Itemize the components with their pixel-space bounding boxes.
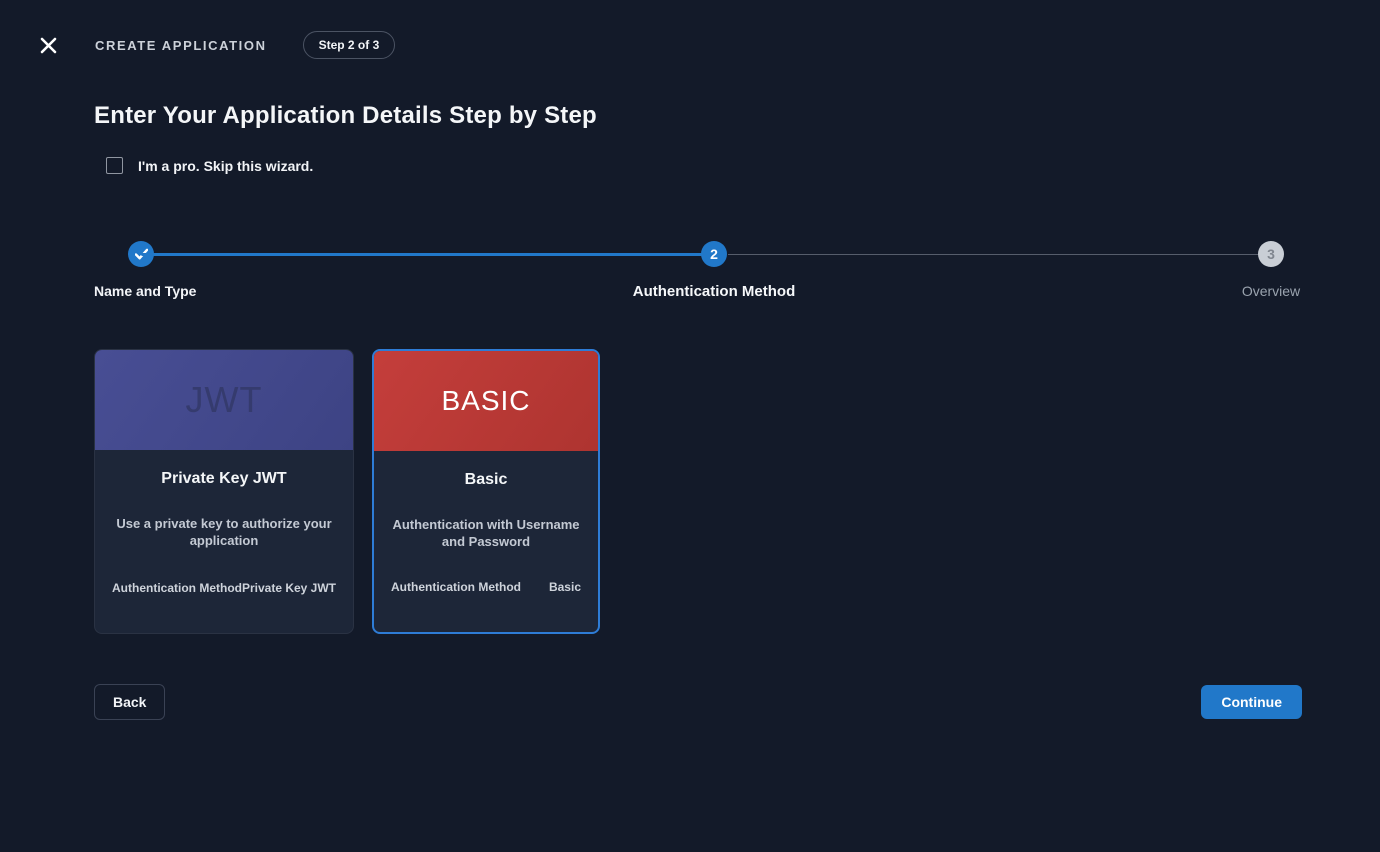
step-3-indicator: 3 xyxy=(1258,241,1284,267)
attr-value: Basic xyxy=(549,580,581,594)
step-2-indicator: 2 xyxy=(701,241,727,267)
basic-badge: BASIC xyxy=(441,385,530,417)
step-connector-active xyxy=(141,253,714,256)
auth-method-card-private-key-jwt[interactable]: JWT Private Key JWT Use a private key to… xyxy=(94,349,354,634)
card-header-jwt: JWT xyxy=(95,350,353,450)
card-body-basic: Basic Authentication with Username and P… xyxy=(374,451,598,632)
card-title: Basic xyxy=(465,471,508,489)
auth-method-cards: JWT Private Key JWT Use a private key to… xyxy=(94,349,600,634)
page-title: Enter Your Application Details Step by S… xyxy=(94,102,597,130)
attr-label: Authentication Method xyxy=(391,580,521,594)
skip-wizard-checkbox[interactable] xyxy=(106,157,123,174)
attr-value: Private Key JWT xyxy=(242,581,336,595)
step-badge: Step 2 of 3 xyxy=(303,31,396,59)
card-attributes-row: Authentication Method Basic xyxy=(391,580,581,594)
wizard-title: CREATE APPLICATION xyxy=(95,38,267,53)
step-2-label: Authentication Method xyxy=(633,283,795,300)
jwt-badge: JWT xyxy=(186,379,263,421)
wizard-footer: Back Continue xyxy=(94,684,1302,720)
skip-wizard-row[interactable]: I'm a pro. Skip this wizard. xyxy=(106,157,313,174)
back-button[interactable]: Back xyxy=(94,684,165,720)
attr-label: Authentication Method xyxy=(112,581,242,595)
card-title: Private Key JWT xyxy=(161,470,286,488)
card-description: Use a private key to authorize your appl… xyxy=(114,515,334,549)
card-description: Authentication with Username and Passwor… xyxy=(391,516,581,550)
auth-method-card-basic-selected[interactable]: BASIC Basic Authentication with Username… xyxy=(372,349,600,634)
card-attributes-row: Authentication Method Private Key JWT xyxy=(112,581,336,595)
close-icon[interactable] xyxy=(34,31,62,59)
card-body-jwt: Private Key JWT Use a private key to aut… xyxy=(95,450,353,633)
skip-wizard-label: I'm a pro. Skip this wizard. xyxy=(138,158,313,174)
card-header-basic: BASIC xyxy=(374,351,598,451)
wizard-stepper: 2 3 Name and Type Authentication Method … xyxy=(94,241,1302,303)
step-3-label: Overview xyxy=(1242,283,1300,299)
step-1-label: Name and Type xyxy=(94,283,196,299)
create-application-wizard: CREATE APPLICATION Step 2 of 3 Enter You… xyxy=(0,0,1380,852)
continue-button[interactable]: Continue xyxy=(1201,685,1302,719)
wizard-topbar: CREATE APPLICATION Step 2 of 3 xyxy=(34,30,1346,60)
step-connector-idle xyxy=(728,254,1258,255)
